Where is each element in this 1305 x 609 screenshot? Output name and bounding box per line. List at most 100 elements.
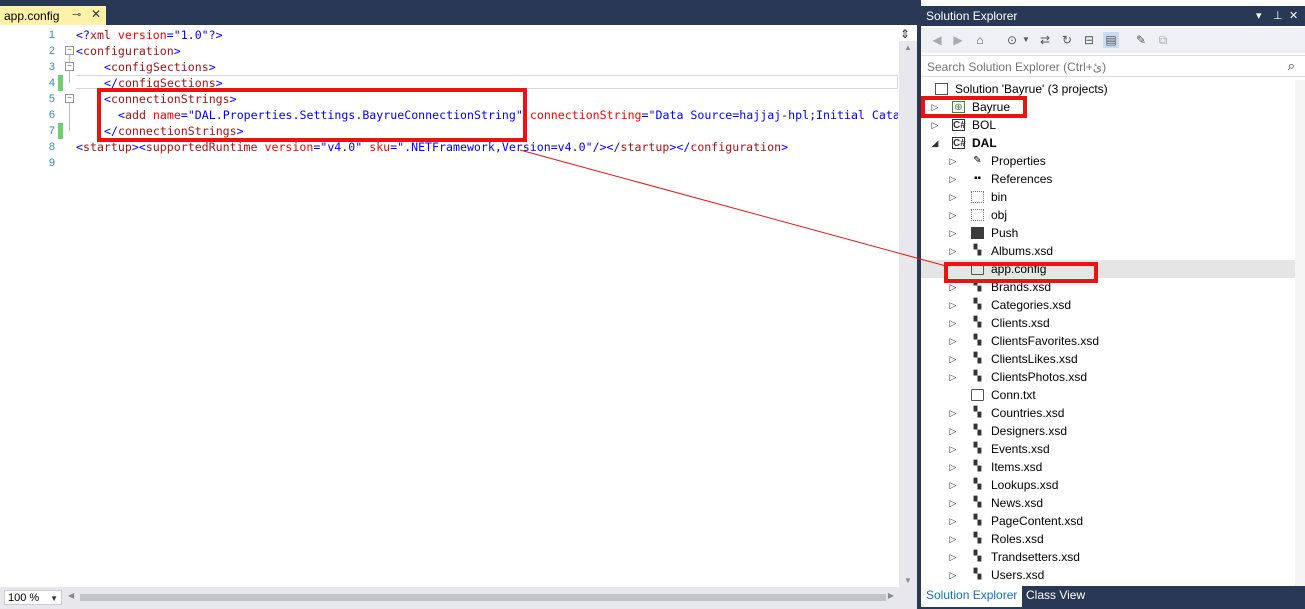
split-view-icon[interactable]: ⇕ xyxy=(900,27,910,41)
forward-icon[interactable]: ▶ xyxy=(950,32,966,48)
tree-node[interactable]: ▷ ▚ Designers.xsd xyxy=(921,422,1305,440)
expand-icon[interactable]: ▷ xyxy=(948,368,958,386)
tree-node[interactable]: ▷ ▚ Countries.xsd xyxy=(921,404,1305,422)
tree-node[interactable]: ▷ ▚ Users.xsd xyxy=(921,566,1305,584)
expand-icon[interactable]: ▷ xyxy=(948,566,958,584)
tree-node[interactable]: ▷ ▚ News.xsd xyxy=(921,494,1305,512)
expand-icon[interactable]: ▷ xyxy=(948,350,958,368)
tree-node[interactable]: ▷ ✎ Properties xyxy=(921,152,1305,170)
tree-node-solution[interactable]: Solution 'Bayrue' (3 projects) xyxy=(921,80,1305,98)
tree-node[interactable]: ▷ ▚ ClientsLikes.xsd xyxy=(921,350,1305,368)
tree-node[interactable]: ▷ ▪▪ References xyxy=(921,170,1305,188)
close-icon[interactable]: ✕ xyxy=(91,7,101,21)
tree-scrollbar[interactable] xyxy=(1295,80,1305,586)
tree-node[interactable]: ▷ ▚ ClientsPhotos.xsd xyxy=(921,368,1305,386)
code-token: "v4.0" xyxy=(320,140,363,154)
solution-explorer-search[interactable]: ⌕ xyxy=(921,55,1305,77)
expand-icon[interactable]: ▷ xyxy=(948,458,958,476)
document-tab-app-config[interactable]: app.config ⊸ ✕ xyxy=(0,6,106,25)
code-token: version xyxy=(110,28,167,42)
tree-node[interactable]: ▷ ▚ Brands.xsd xyxy=(921,278,1305,296)
collapse-icon[interactable]: − xyxy=(65,94,74,103)
tree-node[interactable]: ▷ ▚ Roles.xsd xyxy=(921,530,1305,548)
dataset-icon: ▚ xyxy=(973,299,982,310)
tree-node-app-config[interactable]: app.config xyxy=(921,260,1305,278)
tree-node-project-dal[interactable]: ◢ C# DAL xyxy=(921,134,1305,152)
scroll-right-icon[interactable]: ▶ xyxy=(888,591,894,600)
collapse-icon[interactable]: − xyxy=(65,62,74,71)
tree-node[interactable]: ▷ ▚ Lookups.xsd xyxy=(921,476,1305,494)
tree-node[interactable]: ▷ obj xyxy=(921,206,1305,224)
collapse-all-icon[interactable]: ⊟ xyxy=(1081,32,1097,48)
tab-solution-explorer[interactable]: Solution Explorer xyxy=(921,586,1023,607)
tab-class-view[interactable]: Class View xyxy=(1021,586,1090,607)
code-token: "DAL.Properties.Settings.BayrueConnectio… xyxy=(187,108,523,122)
expand-icon[interactable]: ▷ xyxy=(948,494,958,512)
code-token: xml xyxy=(89,28,111,42)
tree-node[interactable]: ▷ ▚ Clients.xsd xyxy=(921,314,1305,332)
code-editor[interactable]: 1 2 3 4 5 6 7 8 9 − − − <?xml version="1… xyxy=(0,25,917,587)
expand-icon[interactable]: ▷ xyxy=(930,98,940,116)
refresh-icon[interactable]: ↻ xyxy=(1059,32,1075,48)
expand-icon[interactable]: ▷ xyxy=(948,512,958,530)
expand-icon[interactable]: ▷ xyxy=(948,548,958,566)
sync-icon[interactable]: ⇄ xyxy=(1037,32,1053,48)
expand-icon[interactable]: ▷ xyxy=(948,278,958,296)
expand-icon[interactable]: ▷ xyxy=(948,242,958,260)
expand-icon[interactable]: ▷ xyxy=(930,116,940,134)
back-icon[interactable]: ◀ xyxy=(929,32,945,48)
pin-icon[interactable]: ⊥ xyxy=(1273,6,1283,26)
wrench-icon[interactable]: ✎ xyxy=(1133,32,1149,48)
tree-node[interactable]: ▷ Push xyxy=(921,224,1305,242)
tree-node-project-bol[interactable]: ▷ C# BOL xyxy=(921,116,1305,134)
scroll-up-icon[interactable]: ▲ xyxy=(904,43,912,52)
expand-icon[interactable]: ▷ xyxy=(948,188,958,206)
preview-icon[interactable]: ⧉ xyxy=(1155,32,1171,48)
dropdown-icon[interactable]: ▾ xyxy=(1256,6,1262,26)
scrollbar-thumb[interactable] xyxy=(80,594,886,601)
search-icon[interactable]: ⌕ xyxy=(1288,58,1295,74)
editor-status-bar: 100 % ▼ ◀ ▶ xyxy=(0,587,917,609)
line-number: 7 xyxy=(48,125,55,137)
expand-icon[interactable]: ▷ xyxy=(948,314,958,332)
scroll-down-icon[interactable]: ▼ xyxy=(904,576,912,585)
pin-icon[interactable]: ⊸ xyxy=(72,8,81,21)
expand-icon[interactable]: ▷ xyxy=(948,296,958,314)
code-line-2: <configuration> xyxy=(76,43,181,59)
expand-icon[interactable]: ▷ xyxy=(948,476,958,494)
panel-title: Solution Explorer xyxy=(926,9,1018,23)
expand-icon[interactable]: ▷ xyxy=(948,530,958,548)
vertical-scrollbar[interactable]: ▲ ▼ xyxy=(899,41,917,587)
tree-node[interactable]: ▷ bin xyxy=(921,188,1305,206)
expand-icon[interactable]: ▷ xyxy=(948,152,958,170)
expand-icon[interactable]: ▷ xyxy=(948,422,958,440)
expand-icon[interactable]: ▷ xyxy=(948,440,958,458)
line-number: 9 xyxy=(48,157,55,169)
tree-node-label: Clients.xsd xyxy=(991,316,1050,330)
expand-icon[interactable]: ▷ xyxy=(948,332,958,350)
chevron-down-icon[interactable]: ▼ xyxy=(1018,32,1034,48)
home-icon[interactable]: ⌂ xyxy=(972,32,988,48)
tree-node-project-bayrue[interactable]: ▷ ⊕ Bayrue xyxy=(921,98,1305,116)
expand-icon[interactable]: ▷ xyxy=(948,224,958,242)
expand-icon[interactable]: ▷ xyxy=(948,206,958,224)
zoom-dropdown[interactable]: 100 % ▼ xyxy=(4,590,62,605)
tree-node[interactable]: ▷ ▚ Items.xsd xyxy=(921,458,1305,476)
tree-node[interactable]: ▷ ▚ ClientsFavorites.xsd xyxy=(921,332,1305,350)
expand-icon[interactable]: ▷ xyxy=(948,404,958,422)
search-input[interactable] xyxy=(925,58,1269,76)
scroll-left-icon[interactable]: ◀ xyxy=(68,591,74,600)
show-all-files-icon[interactable]: ▤ xyxy=(1103,32,1119,48)
tree-node[interactable]: ▷ ▚ PageContent.xsd xyxy=(921,512,1305,530)
collapse-icon[interactable]: − xyxy=(65,46,74,55)
tree-node[interactable]: ▷ ▚ Categories.xsd xyxy=(921,296,1305,314)
expand-icon[interactable]: ▷ xyxy=(948,170,958,188)
tree-node[interactable]: ▷ ▚ Trandsetters.xsd xyxy=(921,548,1305,566)
collapse-icon[interactable]: ◢ xyxy=(930,134,940,152)
horizontal-scrollbar[interactable]: ◀ ▶ xyxy=(66,590,896,605)
close-icon[interactable]: ✕ xyxy=(1289,6,1298,26)
tree-node[interactable]: ▷ ▚ Albums.xsd xyxy=(921,242,1305,260)
tree-node[interactable]: Conn.txt xyxy=(921,386,1305,404)
tree-node[interactable]: ▷ ▚ Events.xsd xyxy=(921,440,1305,458)
code-text-area[interactable]: <?xml version="1.0"?> <configuration> <c… xyxy=(76,25,898,587)
